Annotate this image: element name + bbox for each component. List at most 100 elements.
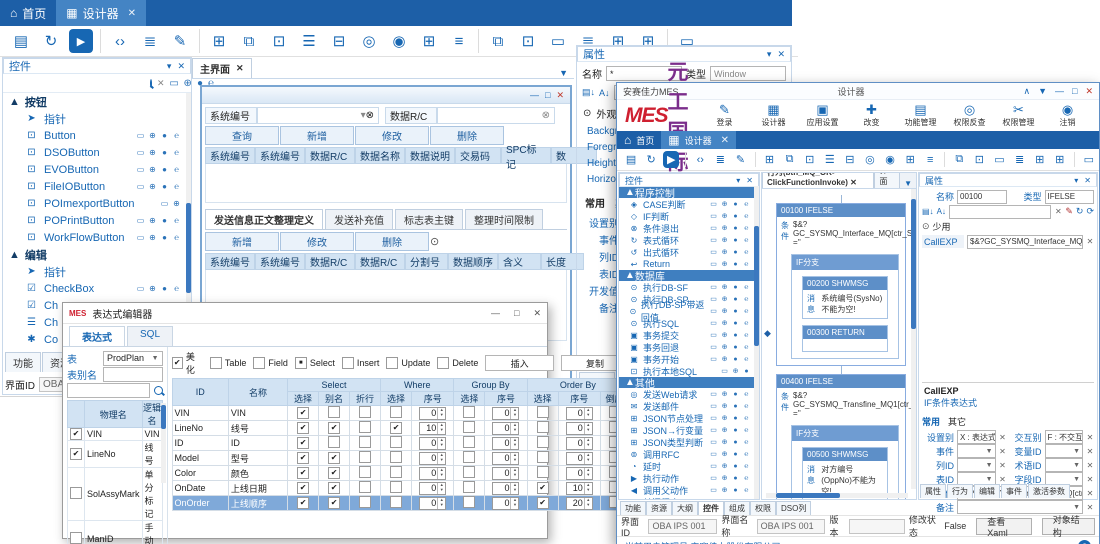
window-popup-icon[interactable]: ⊡ — [802, 151, 818, 168]
checkbox[interactable] — [386, 357, 398, 369]
checkbox[interactable] — [537, 406, 549, 418]
checkbox[interactable] — [390, 406, 402, 418]
apple-icon[interactable]: ● — [731, 295, 740, 303]
spinner-arrows[interactable]: ▲▼ — [584, 423, 592, 434]
clear-icon[interactable]: ✕ — [1086, 237, 1094, 246]
number-spinner[interactable]: 0▲▼ — [492, 497, 519, 510]
checkbox[interactable] — [172, 357, 183, 369]
collapse-arrow-icon[interactable]: ▲ — [9, 96, 20, 108]
clear-search-icon[interactable]: ✕ — [157, 78, 165, 89]
ribbon-权限管理[interactable]: ✂权限管理 — [995, 103, 1042, 128]
number-spinner[interactable]: 0▲▼ — [492, 407, 519, 420]
minimize-icon[interactable]: — — [530, 90, 539, 100]
spinner-arrows[interactable]: ▲▼ — [437, 483, 445, 494]
surface-name-value[interactable]: OBA IPS 001 — [757, 519, 826, 534]
prop-input[interactable]: F : 不交互▼ — [1045, 430, 1084, 444]
document-edit-icon[interactable]: ✎ — [168, 29, 192, 53]
document-edit-icon[interactable]: ✎ — [732, 151, 748, 168]
edge-icon[interactable]: ℮ — [742, 486, 751, 494]
android-icon[interactable]: ⊕ — [720, 295, 729, 303]
button-对象结构[interactable]: 对象结构 — [1042, 518, 1095, 535]
refresh-icon[interactable]: ↻ — [643, 151, 659, 168]
panel-tab-功能[interactable]: 功能 — [5, 352, 41, 372]
tab-常用[interactable]: 常用 — [922, 415, 940, 428]
clear-icon[interactable]: ✕ — [1054, 207, 1062, 216]
grid-row-Model[interactable]: Model型号0▲▼0▲▼0▲▼ — [172, 451, 629, 466]
apple-icon[interactable]: ● — [160, 165, 169, 174]
pin-icon[interactable]: ▼ — [900, 179, 916, 188]
ribbon-改变[interactable]: ✚改变 — [848, 103, 895, 128]
field-row[interactable]: LineNo线号 — [68, 441, 163, 468]
apple-icon[interactable]: ● — [731, 390, 740, 398]
spinner-arrows[interactable]: ▲▼ — [584, 498, 592, 509]
monitor-icon[interactable]: ▭ — [709, 402, 718, 410]
monitor-icon[interactable]: ▭ — [709, 200, 718, 208]
control-item-EVOButton[interactable]: ⊡EVOButton▭⊕●℮ — [3, 161, 191, 178]
close-icon[interactable]: ✕ — [848, 178, 857, 187]
android-icon[interactable]: ⊕ — [148, 216, 157, 225]
name-input[interactable]: 00100 — [957, 190, 1007, 204]
spinner-arrows[interactable]: ▲▼ — [437, 453, 445, 464]
document-icon[interactable]: ≣ — [712, 151, 728, 168]
spinner-arrows[interactable]: ▲▼ — [437, 468, 445, 479]
monitor-icon[interactable]: ▭ — [709, 236, 718, 244]
clear-icon[interactable]: ✕ — [1086, 447, 1094, 456]
save-icon[interactable]: ▤ — [623, 151, 639, 168]
apple-icon[interactable]: ● — [731, 414, 740, 422]
ribbon-权限反查[interactable]: ◎权限反查 — [946, 103, 993, 128]
edge-icon[interactable]: ℮ — [742, 474, 751, 482]
number-spinner[interactable]: 0▲▼ — [419, 452, 446, 465]
edge-icon[interactable]: ℮ — [742, 283, 751, 291]
pin-icon[interactable]: ▾ — [1074, 176, 1078, 185]
sub-tab-发送补充值[interactable]: 发送补充值 — [325, 209, 393, 229]
ribbon-注销[interactable]: ◉注销 — [1044, 103, 1091, 128]
android-icon[interactable]: ⊕ — [720, 462, 729, 470]
edge-icon[interactable]: ℮ — [742, 402, 751, 410]
edge-icon[interactable]: ℮ — [742, 331, 751, 339]
control-item-事务开始[interactable]: ▣事务开始▭⊕●℮ — [619, 353, 759, 365]
checkbox[interactable] — [463, 466, 475, 478]
android-icon[interactable]: ⊕ — [720, 248, 729, 256]
monitor-icon[interactable]: ▭ — [709, 343, 718, 351]
android-icon[interactable]: ⊕ — [720, 307, 729, 315]
type-input[interactable]: IFELSE — [1045, 190, 1095, 204]
apple-icon[interactable]: ● — [731, 248, 740, 256]
scrollbar-thumb[interactable] — [161, 405, 166, 429]
pin-icon[interactable]: ▼ — [1038, 86, 1047, 97]
maximize-icon[interactable]: □ — [545, 90, 550, 100]
monitor-share-icon[interactable]: ▭ — [1081, 151, 1097, 168]
control-item-出式循环[interactable]: ↺出式循环▭⊕●℮ — [619, 246, 759, 258]
number-spinner[interactable]: 0▲▼ — [419, 467, 446, 480]
button-查看Xaml[interactable]: 查看Xaml — [976, 518, 1031, 535]
checkbox[interactable] — [437, 357, 449, 369]
checkbox[interactable] — [463, 421, 475, 433]
collapse-arrow-icon[interactable]: ▲ — [625, 270, 635, 281]
android-icon[interactable]: ⊕ — [148, 131, 157, 140]
checkbox[interactable] — [359, 481, 371, 493]
monitor-icon[interactable]: ▭ — [136, 165, 145, 174]
spinner-arrows[interactable]: ▲▼ — [584, 408, 592, 419]
checkbox[interactable] — [359, 496, 371, 508]
monitor-icon[interactable]: ▭ — [136, 233, 145, 242]
option-Field[interactable]: Field — [253, 357, 288, 369]
checkbox[interactable] — [390, 451, 402, 463]
clear-icon[interactable]: ✕ — [999, 461, 1007, 470]
controls-search-input[interactable] — [9, 76, 145, 90]
monitor-icon[interactable]: ▭ — [720, 367, 729, 375]
message-icon[interactable]: ⊟ — [842, 151, 858, 168]
apple-icon[interactable]: ● — [731, 200, 740, 208]
spinner-arrows[interactable]: ▲▼ — [584, 483, 592, 494]
android-icon[interactable]: ⊕ — [720, 474, 729, 482]
prop-input[interactable]: ▼ — [957, 458, 996, 472]
number-spinner[interactable]: 10▲▼ — [419, 422, 446, 435]
android-icon[interactable]: ⊕ — [720, 283, 729, 291]
prop-input[interactable]: ▼ — [957, 444, 996, 458]
block-00200 SHWMSG[interactable]: 00200 SHWMSG消息系统编号(SysNo)不能为空! — [802, 276, 888, 319]
android-icon[interactable]: ⊕ — [720, 486, 729, 494]
canvas-tab[interactable]: 行为(btn_MQ_OK-ClickFunctionInvoke) ✕ — [762, 172, 874, 188]
checkbox[interactable] — [359, 406, 371, 418]
monitor-icon[interactable]: ▭ — [709, 438, 718, 446]
window-add-icon[interactable]: ⊞ — [761, 151, 777, 168]
android-icon[interactable]: ⊕ — [148, 233, 157, 242]
android-icon[interactable]: ⊕ — [720, 426, 729, 434]
